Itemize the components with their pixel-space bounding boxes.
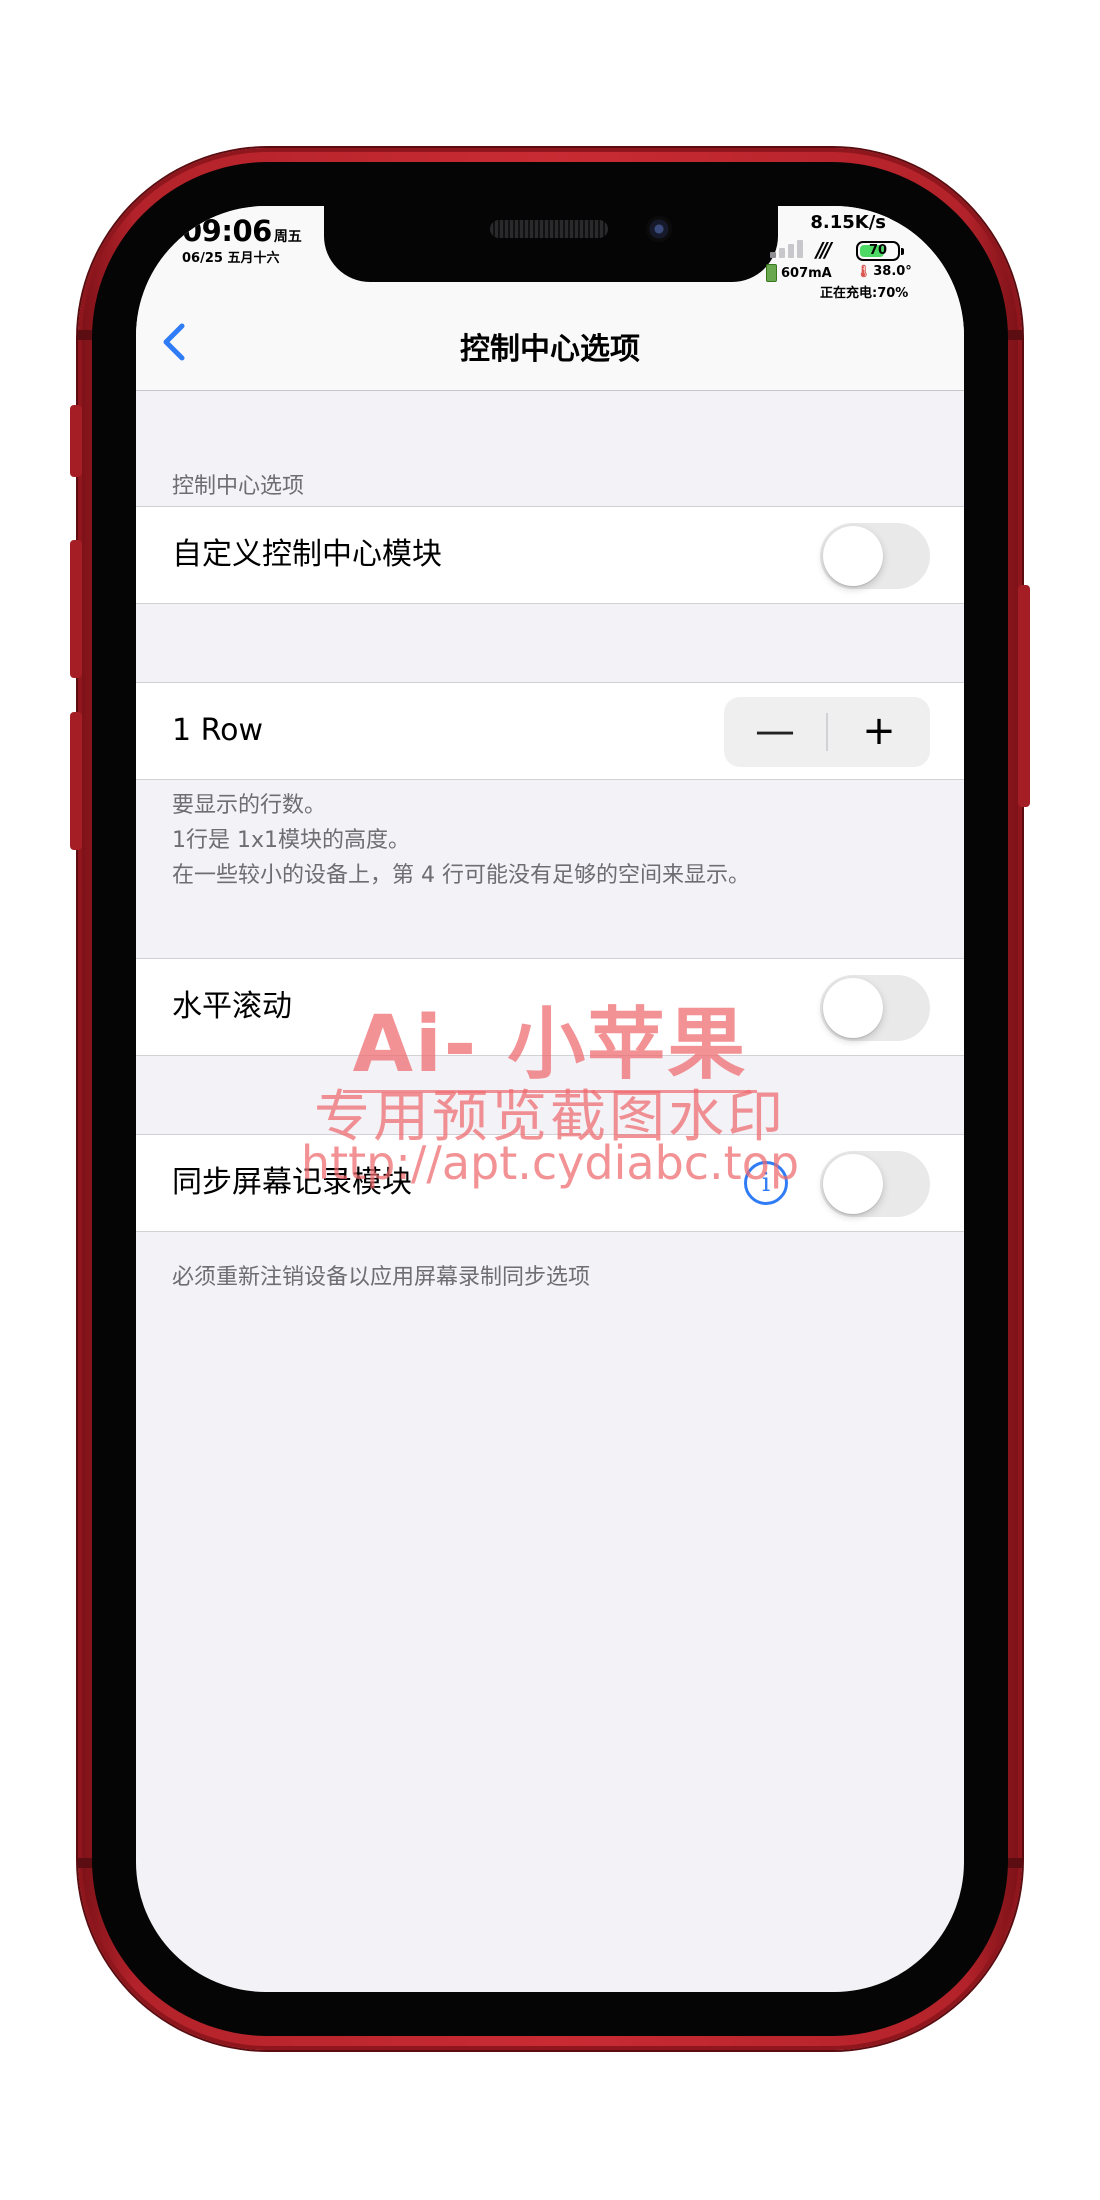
- silent-switch: [70, 405, 82, 477]
- rows-count-label: 1 Row: [172, 713, 264, 748]
- power-button: [1018, 585, 1030, 807]
- charging-status: 正在充电:70%: [820, 286, 909, 301]
- speaker-grille: [490, 220, 608, 238]
- decrement-button[interactable]: —: [724, 697, 826, 767]
- notch: [324, 206, 778, 282]
- rows-stepper: — +: [724, 697, 930, 767]
- battery-icon: 70: [856, 241, 904, 261]
- status-time: 09:06: [182, 214, 272, 248]
- toggle-knob: [823, 526, 883, 586]
- temperature-value: 38.0°: [873, 264, 912, 279]
- status-date: 06/25 五月十六: [182, 251, 280, 266]
- volume-down-button: [70, 712, 82, 850]
- section-header: 控制中心选项: [172, 474, 305, 499]
- current-value: 607mA: [781, 265, 832, 281]
- cellular-signal-icon: [770, 240, 803, 258]
- screen-record-footer: 必须重新注销设备以应用屏幕录制同步选项: [172, 1265, 591, 1290]
- thermometer-icon: 🌡: [856, 264, 872, 278]
- footer-line: 1行是 1x1模块的高度。: [172, 828, 411, 853]
- status-weekday: 周五: [273, 229, 302, 245]
- footer-line: 在一些较小的设备上，第 4 行可能没有足够的空间来显示。: [172, 863, 750, 888]
- battery-small-icon: [766, 264, 777, 282]
- battery-tip: [901, 248, 904, 255]
- custom-modules-label: 自定义控制中心模块: [172, 537, 442, 572]
- page-title: 控制中心选项: [460, 332, 640, 367]
- battery-temperature: 🌡 38.0°: [856, 264, 912, 279]
- rows-stepper-row: 1 Row — +: [136, 682, 964, 780]
- watermark-url: http://apt.cydiabc.top: [300, 1136, 800, 1190]
- footer-line: 要显示的行数。: [172, 793, 327, 818]
- navigation-bar: 控制中心选项: [136, 294, 964, 391]
- custom-modules-toggle[interactable]: [820, 523, 930, 589]
- network-speed: 8.15K/s: [810, 212, 886, 233]
- front-camera: [646, 216, 672, 242]
- battery-percent: 70: [868, 243, 888, 258]
- status-bar-left: 09:06 周五 06/25 五月十六: [182, 214, 302, 266]
- carrier-logo-icon: ///: [816, 238, 832, 262]
- custom-modules-row: 自定义控制中心模块: [136, 506, 964, 604]
- increment-button[interactable]: +: [828, 697, 930, 767]
- rows-footer: 要显示的行数。 1行是 1x1模块的高度。 在一些较小的设备上，第 4 行可能没…: [172, 788, 750, 893]
- volume-up-button: [70, 540, 82, 678]
- charging-current: 607mA: [766, 264, 832, 282]
